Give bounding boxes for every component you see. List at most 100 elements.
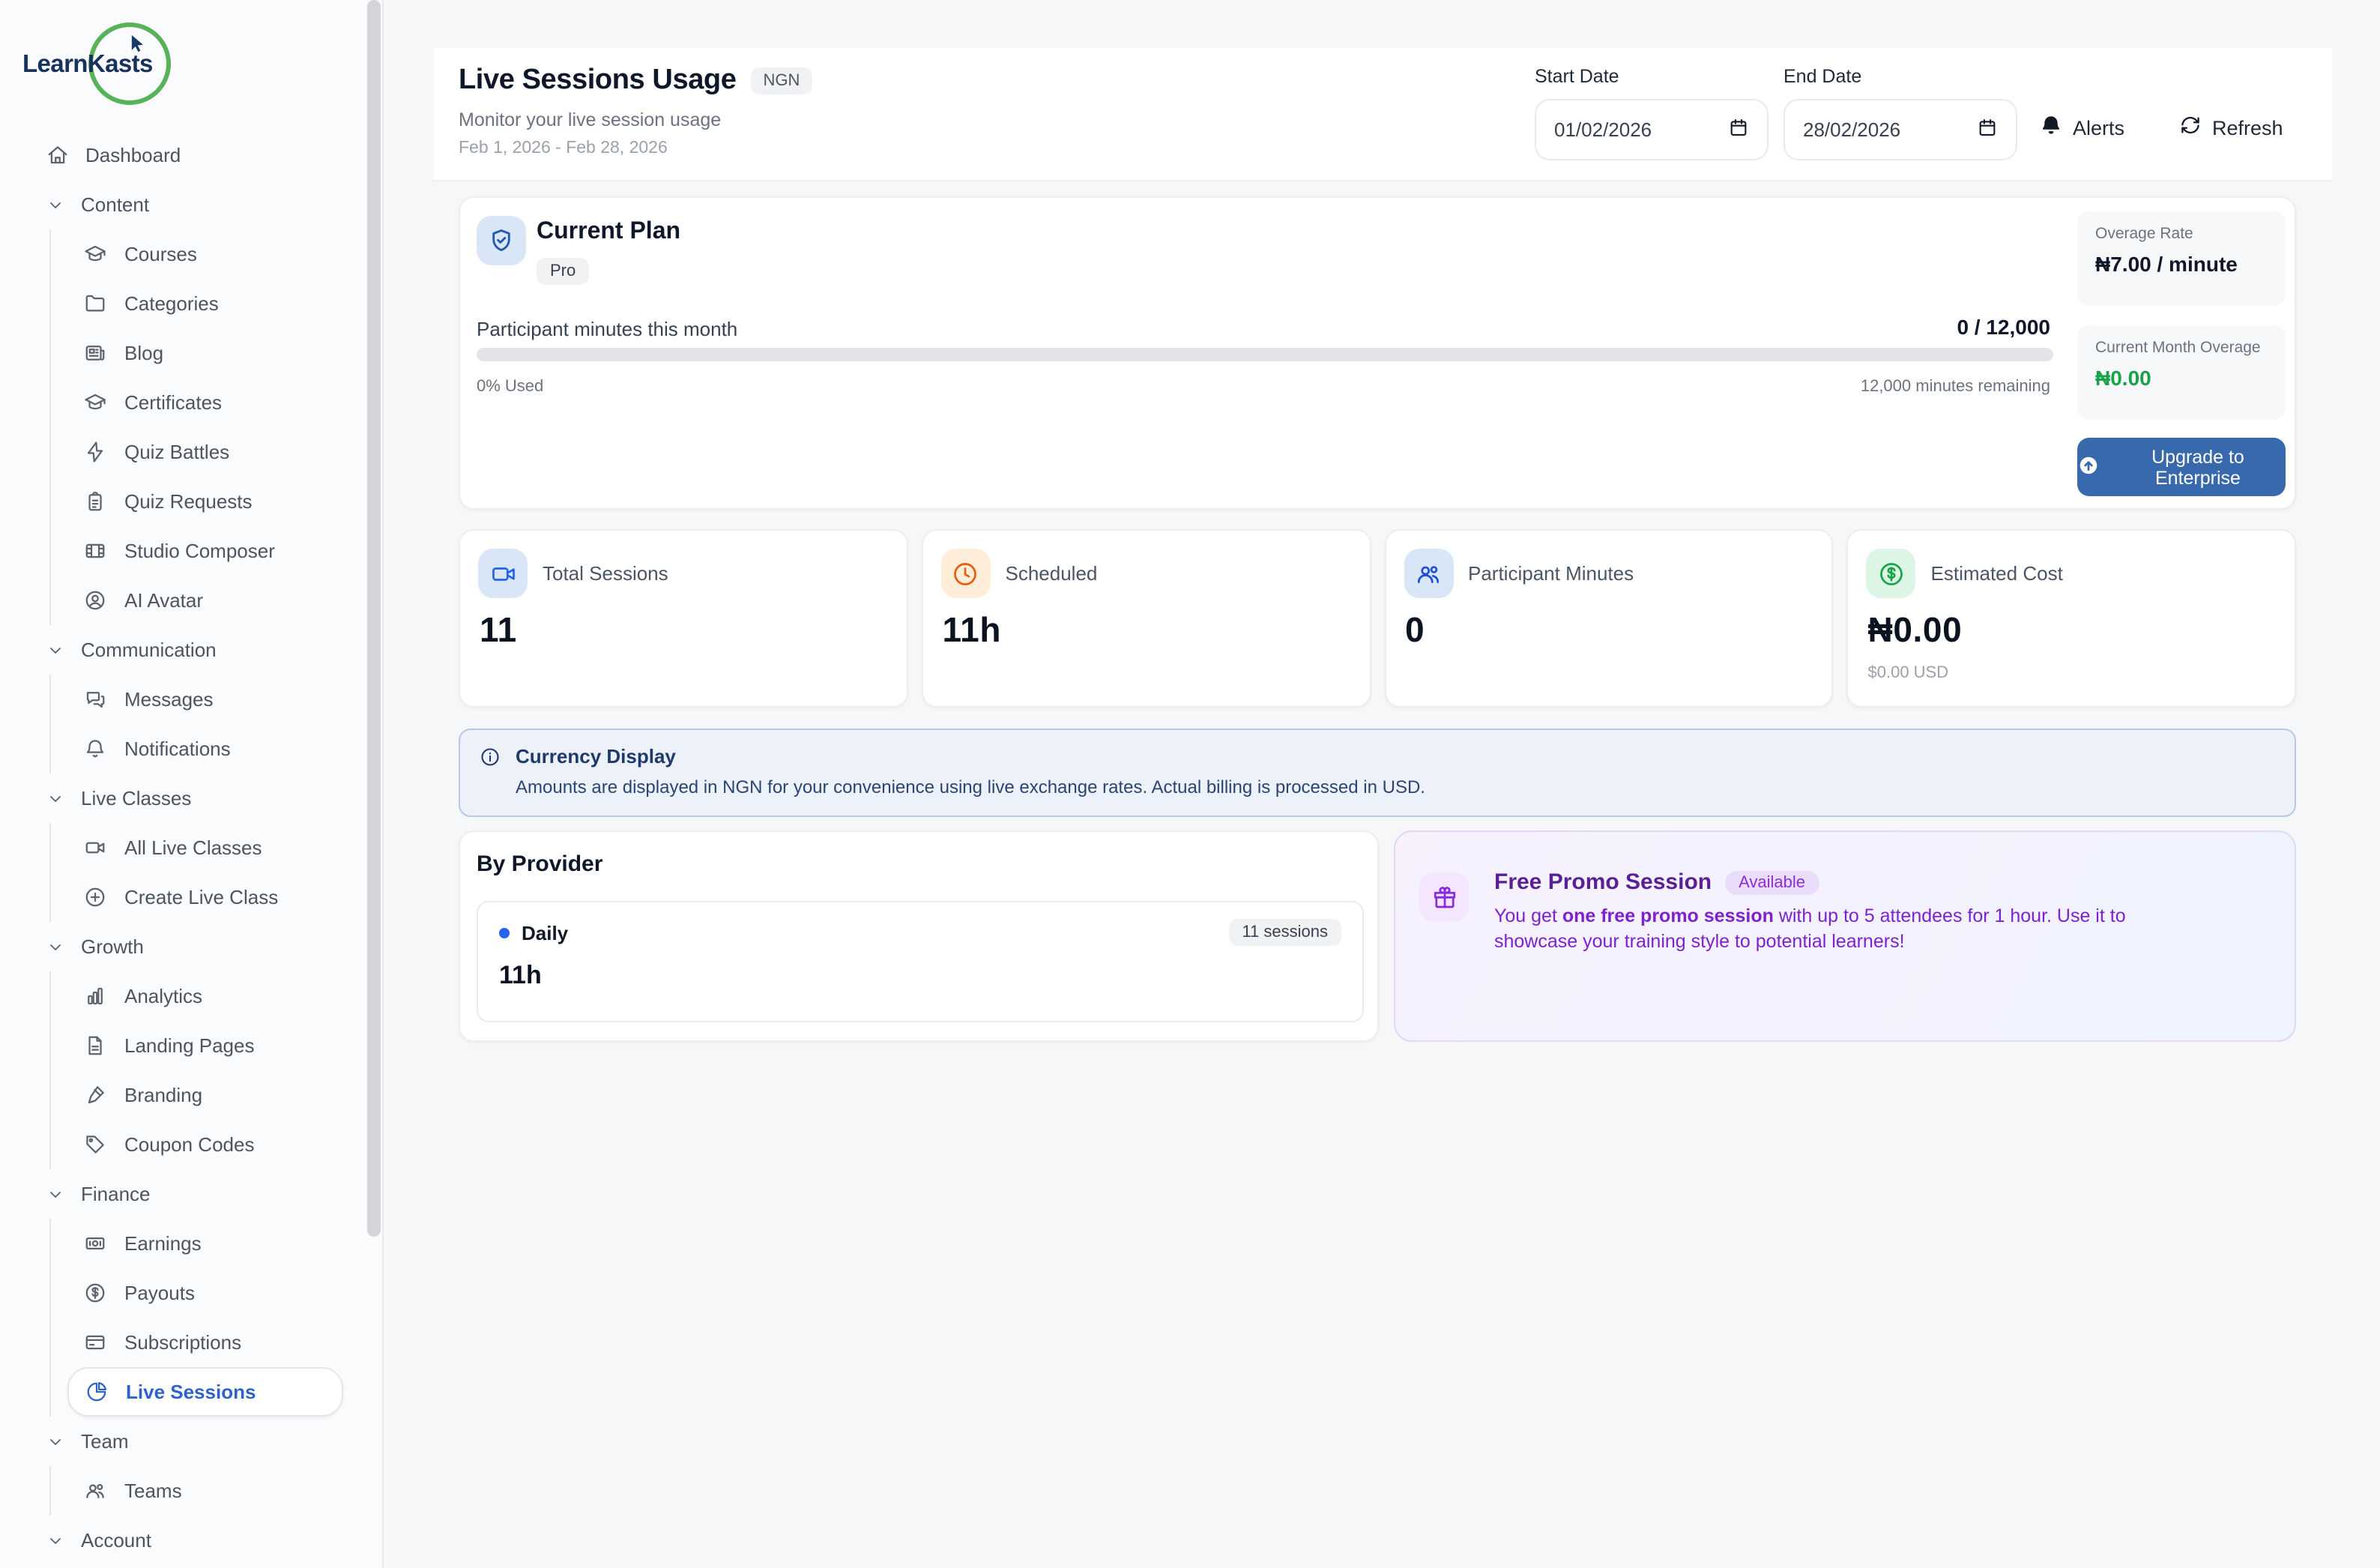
month-overage-box: Current Month Overage ₦0.00 — [2077, 325, 2286, 420]
start-date-label: Start Date — [1535, 66, 1619, 87]
sidebar-item-label: Teams — [124, 1480, 182, 1502]
sidebar-item-label: Finance — [81, 1183, 151, 1205]
sidebar-item-subscriptions[interactable]: Subscriptions — [51, 1318, 382, 1367]
stat-value: ₦0.00 — [1868, 610, 1963, 651]
sidebar-item-branding[interactable]: Branding — [51, 1070, 382, 1120]
grad-cap-icon — [84, 243, 106, 265]
sidebar-item-label: Courses — [124, 243, 197, 265]
promo-available-badge: Available — [1725, 870, 1819, 894]
start-date-input[interactable]: 01/02/2026 — [1535, 99, 1769, 160]
dollar-circle-icon — [84, 1282, 106, 1304]
by-provider-title: By Provider — [477, 851, 602, 877]
percent-used: 0% Used — [477, 378, 543, 396]
sidebar-item-earnings[interactable]: Earnings — [51, 1219, 382, 1268]
stat-value: 0 — [1405, 610, 1425, 651]
chevron-down-icon — [46, 1531, 64, 1549]
alerts-button[interactable]: Alerts — [2040, 114, 2124, 141]
sidebar-item-content[interactable]: Content — [0, 180, 382, 229]
sidebar-item-certificates[interactable]: Certificates — [51, 378, 382, 427]
promo-title: Free Promo Session — [1494, 869, 1712, 895]
sidebar-item-live-classes[interactable]: Live Classes — [0, 774, 382, 823]
sidebar-item-courses[interactable]: Courses — [51, 229, 382, 279]
sidebar-item-analytics[interactable]: Analytics — [51, 971, 382, 1021]
sidebar-item-label: Create Live Class — [124, 886, 278, 908]
overage-rate-label: Overage Rate — [2095, 225, 2268, 243]
sidebar-item-label: Content — [81, 193, 149, 216]
logo: LearnKasts — [0, 0, 382, 130]
sidebar-item-payouts[interactable]: Payouts — [51, 1268, 382, 1318]
sidebar-item-blog[interactable]: Blog — [51, 328, 382, 378]
sidebar-group: Courses CategoriesBlog Certificates Quiz Ba… — [49, 229, 382, 625]
sidebar-item-label: Payouts — [124, 1282, 195, 1304]
sidebar-item-all-live-classes[interactable]: All Live Classes — [51, 823, 382, 872]
sidebar-item-label: All Live Classes — [124, 836, 262, 859]
sidebar-item-label: Subscriptions — [124, 1331, 241, 1354]
sidebar-item-label: Coupon Codes — [124, 1133, 254, 1156]
sidebar-item-label: Studio Composer — [124, 540, 275, 562]
provider-hours: 11h — [499, 961, 1341, 991]
file-text-icon — [84, 1034, 106, 1057]
banner-body: Amounts are displayed in NGN for your co… — [516, 777, 1425, 797]
sidebar-item-label: Certificates — [124, 391, 222, 414]
sidebar-item-label: Team — [81, 1430, 129, 1453]
page-header: Live Sessions Usage NGN Monitor your liv… — [433, 48, 2332, 181]
sidebar-item-finance[interactable]: Finance — [0, 1169, 382, 1219]
upgrade-enterprise-button[interactable]: Upgrade to Enterprise — [2077, 438, 2286, 496]
date-range-text: Feb 1, 2026 - Feb 28, 2026 — [459, 139, 668, 157]
sidebar-item-label: Notifications — [124, 738, 231, 760]
month-overage-label: Current Month Overage — [2095, 339, 2268, 357]
sidebar-item-ai-avatar[interactable]: AI Avatar — [51, 576, 382, 625]
sidebar-item-growth[interactable]: Growth — [0, 922, 382, 971]
sidebar-group: Messages Notifications — [49, 675, 382, 774]
sidebar-item-studio-composer[interactable]: Studio Composer — [51, 526, 382, 576]
bell-icon — [2040, 114, 2062, 141]
sidebar-scrollbar[interactable] — [367, 0, 381, 1237]
page-subtitle: Monitor your live session usage — [459, 109, 721, 130]
cursor-icon — [127, 33, 148, 54]
usage-value: 0 / 12,000 — [1957, 315, 2050, 339]
refresh-button[interactable]: Refresh — [2179, 114, 2283, 141]
sidebar-item-categories[interactable]: Categories — [51, 279, 382, 328]
user-circle-icon — [84, 589, 106, 612]
chevron-down-icon — [46, 641, 64, 659]
end-date-label: End Date — [1784, 66, 1861, 87]
sidebar-item-coupon-codes[interactable]: Coupon Codes — [51, 1120, 382, 1169]
sidebar-item-account[interactable]: Account — [0, 1516, 382, 1565]
folder-icon — [84, 292, 106, 315]
calendar-icon[interactable] — [1728, 117, 1749, 142]
sidebar-item-label: Quiz Battles — [124, 441, 229, 463]
users-iconbox — [1404, 549, 1453, 598]
sidebar-item-create-live-class[interactable]: Create Live Class — [51, 872, 382, 922]
clipboard-icon — [84, 490, 106, 513]
sessions-count-badge: 11 sessions — [1228, 919, 1341, 946]
brush-icon — [84, 1084, 106, 1106]
current-plan-card: Current Plan Pro Participant minutes thi… — [459, 196, 2296, 510]
sidebar-item-messages[interactable]: Messages — [51, 675, 382, 724]
sidebar-item-teams[interactable]: Teams — [51, 1466, 382, 1516]
sidebar-item-quiz-requests[interactable]: Quiz Requests — [51, 477, 382, 526]
sidebar-item-notifications[interactable]: Notifications — [51, 724, 382, 774]
calendar-icon[interactable] — [1977, 117, 1998, 142]
sidebar-item-dashboard[interactable]: Dashboard — [0, 130, 382, 180]
sidebar-item-label: Account — [81, 1529, 151, 1552]
tag-icon — [84, 1133, 106, 1156]
arrow-up-circle-icon — [2077, 453, 2100, 480]
free-promo-card: Free Promo Session Available You get one… — [1394, 830, 2296, 1042]
stat-label: Total Sessions — [543, 562, 668, 585]
users-icon — [1415, 560, 1442, 587]
sidebar-item-live-sessions[interactable]: Live Sessions — [67, 1367, 343, 1417]
sidebar-item-landing-pages[interactable]: Landing Pages — [51, 1021, 382, 1070]
sidebar-item-communication[interactable]: Communication — [0, 625, 382, 675]
sidebar-item-label: Dashboard — [85, 144, 181, 166]
stat-value: 11h — [943, 610, 1002, 651]
sidebar-item-quiz-battles[interactable]: Quiz Battles — [51, 427, 382, 477]
sidebar-item-team[interactable]: Team — [0, 1417, 382, 1466]
stat-card-participant-minutes: Participant Minutes0 — [1384, 529, 1834, 708]
stats-row: Total Sessions11Scheduled11hParticipant … — [459, 529, 2296, 708]
banknote-icon — [84, 1232, 106, 1255]
refresh-icon — [2179, 114, 2202, 141]
stat-label: Scheduled — [1006, 562, 1098, 585]
sidebar-group: Teams — [49, 1466, 382, 1516]
sidebar-item-label: Communication — [81, 639, 217, 661]
end-date-input[interactable]: 28/02/2026 — [1784, 99, 2017, 160]
